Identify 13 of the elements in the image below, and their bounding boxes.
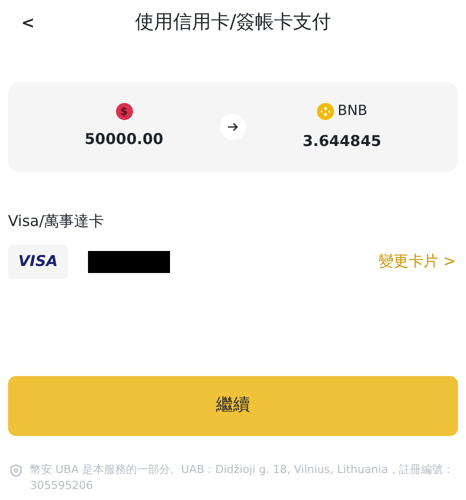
page-title: 使用信用卡/簽帳卡支付 [134, 10, 332, 36]
bnb-coin-icon [316, 103, 334, 120]
visa-logo: VISA [8, 244, 68, 278]
crypto-amount: 3.644845 [302, 131, 382, 152]
continue-button[interactable]: 繼續 [8, 376, 458, 436]
shield-icon [10, 464, 22, 476]
back-button[interactable]: < [16, 10, 40, 34]
fiat-amount: 50000.00 [84, 129, 164, 150]
dollar-coin-icon: $ [116, 103, 132, 120]
footer-note: 幣安 UBA 是本服務的一部分。UAB：Didžioji g. 18, Vilnius, Lithuania，註冊編號： 305595206 [30, 462, 455, 494]
arrow-right-icon [220, 114, 246, 140]
payment-method-label: Visa/萬事達卡 [8, 211, 106, 232]
crypto-currency: BNB [338, 102, 368, 122]
